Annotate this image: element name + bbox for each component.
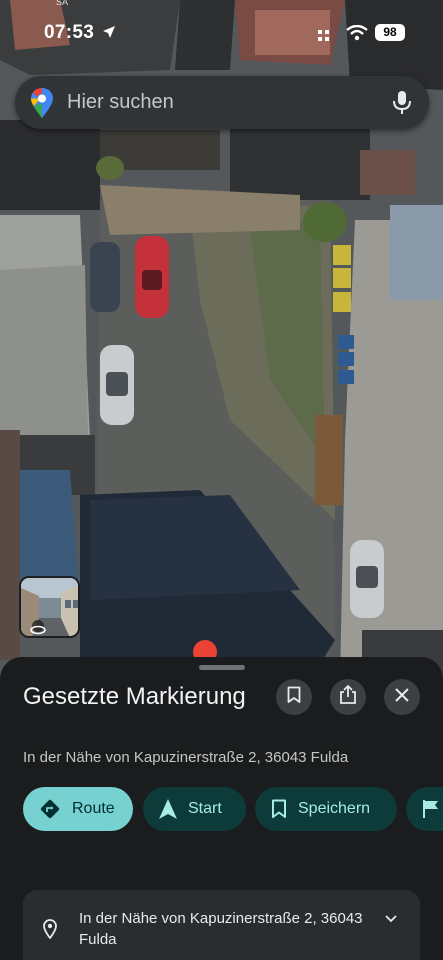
bookmark-icon [287, 686, 301, 709]
place-subtitle: In der Nähe von Kapuzinerstraße 2, 36043… [23, 749, 349, 766]
speichern-label: Speichern [298, 800, 371, 817]
app-grid-icon [318, 29, 330, 47]
place-bottom-sheet[interactable]: Gesetzte Markierung In der Nähe von Kapu… [0, 657, 443, 960]
search-input[interactable] [67, 86, 367, 119]
location-arrow-icon [102, 25, 116, 44]
street-view-360-icon [30, 622, 46, 636]
address-card[interactable]: In der Nähe von Kapuzinerstraße 2, 36043… [23, 890, 420, 960]
close-button[interactable] [384, 679, 420, 715]
flag-icon [422, 799, 440, 819]
start-button[interactable]: Start [143, 787, 246, 831]
start-label: Start [188, 800, 222, 817]
share-button[interactable] [330, 679, 366, 715]
save-bookmark-button[interactable] [276, 679, 312, 715]
bookmark-icon [271, 799, 287, 819]
directions-icon [39, 798, 61, 820]
share-icon [339, 684, 357, 710]
microphone-icon[interactable] [392, 90, 412, 121]
route-label: Route [72, 800, 115, 817]
close-icon [395, 687, 409, 707]
carrier-label: SA [56, 0, 69, 7]
speichern-button[interactable]: Speichern [255, 787, 397, 831]
location-pin-icon [43, 919, 57, 944]
street-view-thumbnail[interactable] [19, 576, 80, 638]
drag-handle[interactable] [199, 665, 245, 670]
navigation-arrow-icon [159, 799, 177, 819]
chevron-down-icon[interactable] [385, 910, 397, 928]
report-flag-button[interactable] [406, 787, 443, 831]
search-bar[interactable] [15, 76, 429, 129]
action-chips-row: Route Start Speichern [23, 787, 443, 833]
wifi-icon [346, 24, 368, 46]
status-bar: SA 07:53 98 [0, 0, 443, 62]
google-maps-logo-icon [31, 88, 53, 123]
battery-indicator: 98 [375, 24, 405, 41]
place-title: Gesetzte Markierung [23, 683, 246, 710]
status-time: 07:53 [44, 22, 95, 43]
address-text: In der Nähe von Kapuzinerstraße 2, 36043… [79, 910, 363, 948]
route-button[interactable]: Route [23, 787, 133, 831]
